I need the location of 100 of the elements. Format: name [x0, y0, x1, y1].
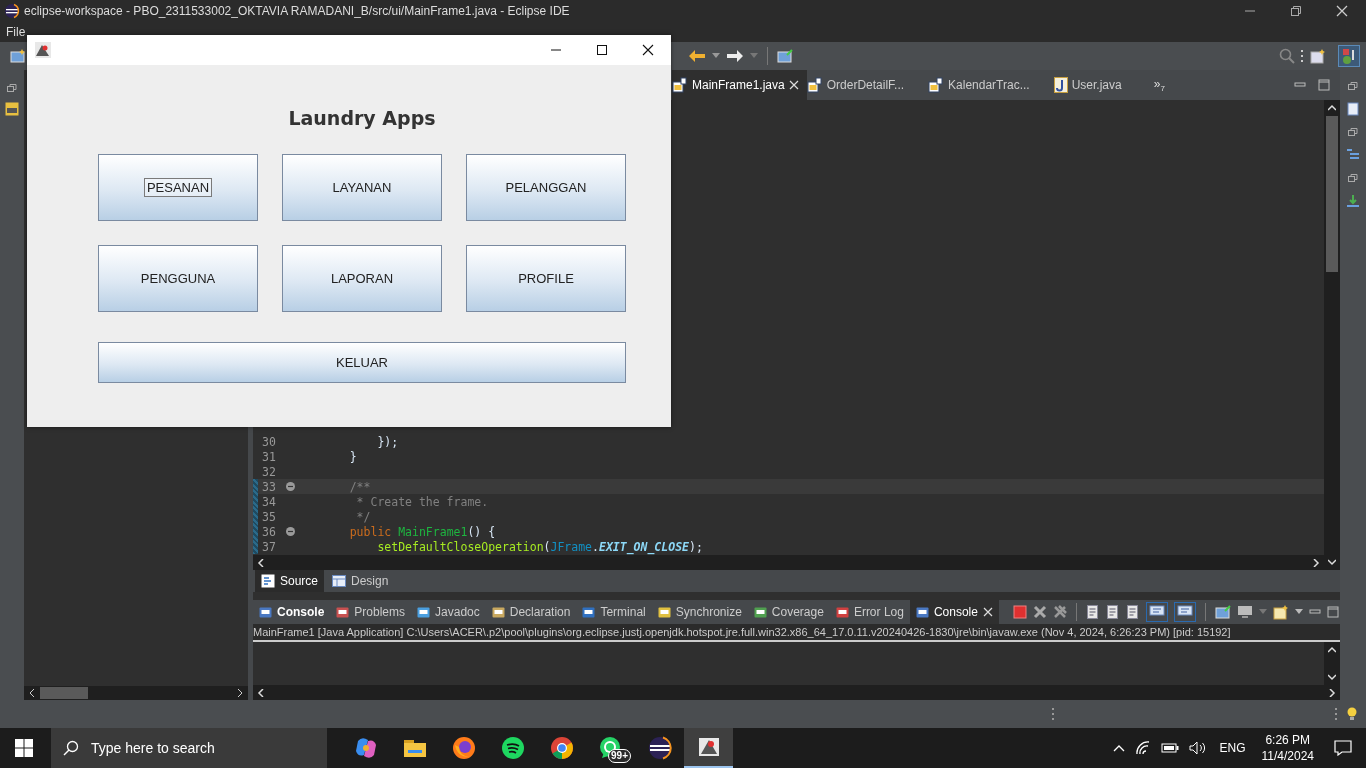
dropdown-caret-icon[interactable]	[1294, 609, 1303, 615]
line-number: 37	[261, 539, 277, 554]
restore-icon[interactable]	[1347, 80, 1359, 92]
wifi-icon[interactable]	[1135, 741, 1152, 755]
language-indicator[interactable]: ENG	[1219, 741, 1246, 755]
view-icon	[657, 605, 671, 619]
view-tab[interactable]: Declaration	[485, 600, 577, 624]
perspective-icon[interactable]	[1338, 45, 1360, 67]
app-heading: Laundry Apps	[288, 107, 436, 129]
pin-window-icon[interactable]	[1214, 605, 1231, 619]
scroll-left-icon[interactable]	[257, 558, 265, 567]
editor-tab[interactable]: MainFrame1.java	[672, 70, 807, 100]
new-console-icon[interactable]	[1272, 604, 1289, 620]
line-number: 31	[261, 449, 277, 464]
document-icon[interactable]	[1125, 605, 1140, 619]
open-perspective-icon[interactable]	[1310, 48, 1326, 64]
exit-button[interactable]: KELUAR	[98, 342, 626, 383]
back-arrow-icon[interactable]	[688, 49, 706, 63]
menu-item[interactable]: File	[6, 25, 38, 39]
sound-waves-icon[interactable]	[499, 735, 526, 761]
message-icon[interactable]	[1173, 602, 1196, 622]
eclipse-logo	[4, 3, 20, 19]
scroll-up-icon[interactable]	[1328, 104, 1336, 112]
search-field[interactable]: Type here to search	[51, 728, 327, 768]
search-icon	[63, 740, 79, 756]
restore-icon[interactable]	[1347, 172, 1359, 184]
document-icon[interactable]	[1105, 605, 1120, 619]
vertical-scrollbar[interactable]	[1324, 642, 1340, 685]
stop-icon[interactable]	[1012, 605, 1027, 619]
monitor-icon[interactable]	[1236, 605, 1253, 619]
view-icon	[417, 605, 431, 619]
scroll-up-icon[interactable]	[1328, 646, 1336, 654]
menu-button[interactable]: LAPORAN	[282, 245, 442, 312]
ring-logo-icon[interactable]	[548, 735, 575, 761]
fox-globe-icon[interactable]	[450, 735, 477, 761]
remove-all-icon[interactable]	[1052, 605, 1067, 619]
view-tab[interactable]: Console	[253, 600, 331, 624]
grip-icon	[1052, 707, 1055, 721]
restore-icon[interactable]	[1347, 126, 1359, 138]
remove-icon[interactable]	[1032, 605, 1047, 619]
chevron-up-icon[interactable]	[1113, 744, 1126, 752]
scroll-down-icon[interactable]	[1328, 673, 1336, 681]
fold-icon[interactable]	[286, 527, 295, 536]
message-icon[interactable]	[1145, 602, 1168, 622]
document-icon[interactable]	[1347, 102, 1359, 116]
download-icon[interactable]	[1346, 194, 1360, 208]
view-tab[interactable]: Terminal	[576, 600, 652, 624]
view-tab[interactable]: Javadoc	[411, 600, 486, 624]
lightbulb-icon[interactable]	[1346, 707, 1358, 721]
editor-tab[interactable]: User.java	[1053, 70, 1146, 100]
scroll-right-icon[interactable]	[1328, 688, 1336, 697]
menu-button[interactable]: PELANGGAN	[466, 154, 626, 221]
more-tabs-button[interactable]: »$_{7}$	[1145, 76, 1173, 94]
view-tab[interactable]: Error Log	[829, 600, 910, 624]
editor-tab[interactable]: KalendarTrac...	[928, 70, 1054, 100]
restore-icon[interactable]	[6, 82, 18, 94]
view-tab[interactable]: Coverage	[747, 600, 830, 624]
scroll-left-icon[interactable]	[257, 688, 265, 697]
git-icon[interactable]	[5, 102, 19, 116]
new-window-icon[interactable]	[10, 48, 26, 64]
scroll-right-icon[interactable]	[1312, 558, 1320, 567]
view-tab[interactable]: Problems	[330, 600, 412, 624]
editor-tab[interactable]: OrderDetailF...	[806, 70, 929, 100]
menu-button[interactable]: PENGGUNA	[98, 245, 258, 312]
java-file-icon	[1053, 77, 1068, 93]
scroll-left-icon[interactable]	[28, 689, 36, 697]
forward-arrow-icon[interactable]	[726, 49, 744, 63]
maximize-icon[interactable]	[596, 44, 608, 56]
horizontal-scrollbar[interactable]	[253, 685, 1340, 700]
view-icon	[259, 605, 272, 619]
line-number: 30	[261, 434, 277, 449]
editor-mode-tab[interactable]: Source	[255, 570, 325, 592]
speaker-icon[interactable]	[1189, 741, 1208, 755]
close-icon[interactable]	[642, 44, 654, 56]
battery-icon[interactable]	[1161, 742, 1180, 754]
menu-button[interactable]: PESANAN	[98, 154, 258, 221]
menu-button[interactable]: PROFILE	[466, 245, 626, 312]
process-label: MainFrame1 [Java Application] C:\Users\ACER\.p2\pool\plugins\org.eclipse.justj.openjdk.hotspot.jre.full.win32.x86_64_17.0.11.v20240426-1830\jre\bin\javaw.exe (Nov 4, 2024, 6:26:23 PM) [pid: 15192]	[253, 624, 1340, 642]
fold-icon[interactable]	[286, 482, 295, 491]
striped-circle-icon[interactable]	[646, 735, 673, 761]
clock-time[interactable]: 6:26 PM	[1265, 732, 1311, 748]
view-tab[interactable]: Synchronize	[651, 600, 748, 624]
editor-mode-tab[interactable]: Design	[326, 570, 395, 592]
menu-button[interactable]: LAYANAN	[282, 154, 442, 221]
clock-date[interactable]: 11/4/2024	[1261, 748, 1314, 764]
outline-icon[interactable]	[1346, 148, 1360, 162]
dropdown-caret-icon[interactable]	[712, 53, 720, 59]
vertical-scrollbar[interactable]	[1324, 100, 1340, 570]
notification-icon[interactable]	[1334, 740, 1352, 756]
document-icon[interactable]	[1085, 605, 1100, 619]
scroll-right-icon[interactable]	[236, 689, 244, 697]
scroll-down-icon[interactable]	[1328, 558, 1336, 566]
window-pin-icon[interactable]	[777, 49, 793, 63]
horizontal-scrollbar[interactable]	[24, 686, 248, 700]
code-line: });	[376, 434, 399, 449]
windows-start-icon[interactable]	[15, 739, 33, 757]
window-file-icon	[928, 77, 945, 93]
view-tab[interactable]: Console	[909, 600, 999, 624]
horizontal-scrollbar[interactable]	[253, 555, 1324, 570]
restore-icon[interactable]	[1290, 5, 1302, 17]
